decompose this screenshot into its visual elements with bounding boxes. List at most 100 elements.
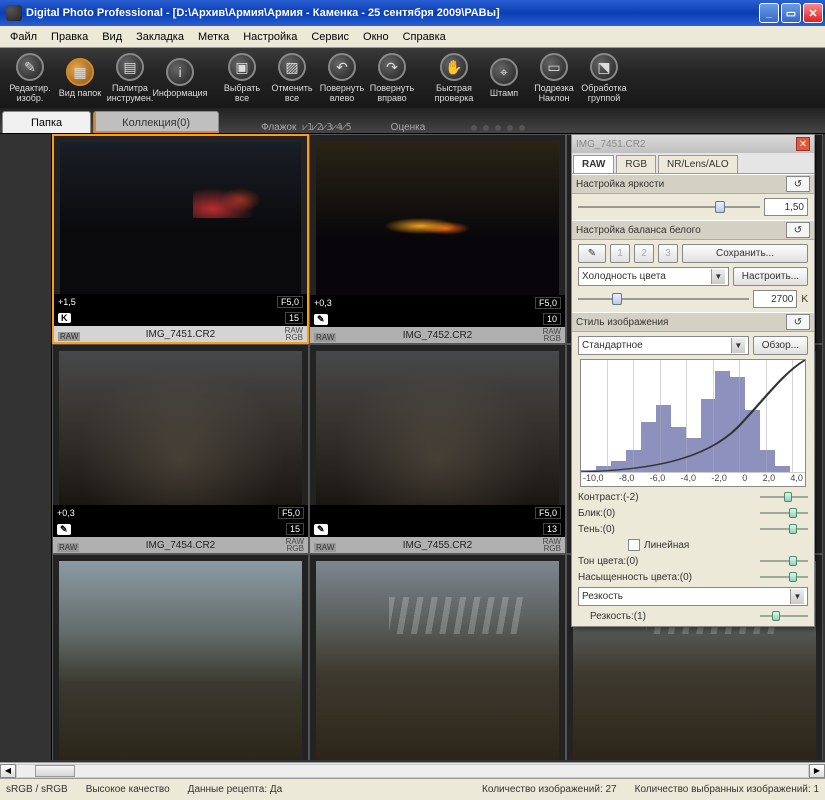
style-browse-button[interactable]: Обзор... [753,336,808,355]
palette-tab-rgb[interactable]: RGB [616,155,656,173]
raw-chip: RAW [58,332,80,341]
thumbnail-cell[interactable]: +1,5F5,0K15RAWIMG_7451.CR2RAWRGB [52,134,309,344]
palette-titlebar[interactable]: IMG_7451.CR2 ✕ [572,135,814,153]
minimize-button[interactable]: _ [759,3,779,23]
tool-label: Палитра инструмен. [106,83,154,103]
histogram[interactable]: -10,0-8,0-6,0-4,0-2,002,04,0 [580,359,806,487]
wb-save-button[interactable]: Сохранить... [682,244,808,263]
wb-preset-1[interactable]: 1 [610,244,630,263]
raw-rgb-chip: RAWRGB [543,328,561,342]
badge-icon: ✎ [57,524,71,535]
tool-palette[interactable]: IMG_7451.CR2 ✕ RAW RGB NR/Lens/ALO Настр… [571,134,815,627]
tool-icon: ✋ [440,53,468,81]
sharpness-select[interactable]: Резкость ▼ [578,587,808,606]
scroll-thumb[interactable] [35,765,75,777]
eyedropper-button[interactable]: ✎ [578,244,606,263]
menu-метка[interactable]: Метка [192,29,235,45]
wb-preset-3[interactable]: 3 [658,244,678,263]
tool-10[interactable]: ▭Подрезка Наклон [530,50,578,106]
menu-справка[interactable]: Справка [397,29,452,45]
thumbnail-cell[interactable]: +0,3F5,0✎15RAWIMG_7454.CR2RAWRGB [52,344,309,554]
tool-11[interactable]: ⬔Обработка группой [580,50,628,106]
brightness-revert-button[interactable]: ↺ [786,176,810,192]
tool-label: Редактир. изобр. [6,83,54,103]
menu-файл[interactable]: Файл [4,29,43,45]
highlight-label: Блик:(0) [578,508,760,519]
kelvin-slider[interactable] [578,291,749,307]
menu-окно[interactable]: Окно [357,29,395,45]
scroll-track[interactable] [16,764,809,778]
style-revert-button[interactable]: ↺ [786,314,810,330]
thumbnail-image [316,351,559,505]
app-icon [6,5,22,21]
tool-8[interactable]: ✋Быстрая проверка [430,50,478,106]
close-button[interactable]: ✕ [803,3,823,23]
contrast-slider[interactable] [760,491,808,503]
scroll-right-button[interactable]: ▶ [809,764,825,778]
ev-value: +0,3 [57,508,75,518]
palette-tab-raw[interactable]: RAW [573,155,614,173]
tab-collection[interactable]: Коллекция(0) [93,111,219,133]
saturation-slider[interactable] [760,571,808,583]
tool-6[interactable]: ↶Повернуть влево [318,50,366,106]
style-label: Стиль изображения [576,317,668,328]
fstop-value: F5,0 [278,507,304,519]
status-quality: Высокое качество [86,784,170,795]
tool-label: Штамп [490,88,518,98]
menu-правка[interactable]: Правка [45,29,94,45]
info-strip-1: +0,3 F5,0 [53,505,308,521]
kelvin-value[interactable]: 2700 [753,290,797,308]
rating-dots[interactable] [471,125,525,131]
tool-2[interactable]: ▤Палитра инструмен. [106,50,154,106]
tool-icon: ▭ [540,53,568,81]
flag-icons[interactable]: ⩗1⩗2⩗3⩗4⩗5 [302,122,350,133]
palette-close-button[interactable]: ✕ [796,137,810,151]
menu-закладка[interactable]: Закладка [130,29,190,45]
thumbnail-cell[interactable]: F5,0✎13RAWIMG_7455.CR2RAWRGB [309,344,566,554]
wb-tune-button[interactable]: Настроить... [733,267,808,286]
thumbnail-image [59,561,302,760]
linear-checkbox[interactable] [628,539,640,551]
maximize-button[interactable]: ▭ [781,3,801,23]
tone-slider[interactable] [760,555,808,567]
menu-вид[interactable]: Вид [96,29,128,45]
thumbnail-cell[interactable]: +0,3F5,0✎10RAWIMG_7452.CR2RAWRGB [309,134,566,344]
tool-0[interactable]: ✎Редактир. изобр. [6,50,54,106]
brightness-slider[interactable] [578,199,760,215]
saturation-label: Насыщенность цвета:(0) [578,572,760,583]
shadow-slider[interactable] [760,523,808,535]
tool-1[interactable]: ▦Вид папок [56,50,104,106]
style-select[interactable]: Стандартное ▼ [578,336,749,355]
raw-rgb-chip: RAWRGB [543,538,561,552]
tool-icon: ⬔ [590,53,618,81]
sharpness-slider[interactable] [760,610,808,622]
h-scrollbar[interactable]: ◀ ▶ [0,762,825,778]
wb-preset-2[interactable]: 2 [634,244,654,263]
window-title: Digital Photo Professional - [D:\Архив\А… [26,7,759,19]
raw-rgb-chip: RAWRGB [285,327,303,341]
tool-4[interactable]: ▣Выбрать все [218,50,266,106]
shots-value: 15 [286,523,304,535]
tool-9[interactable]: ⌖Штамп [480,50,528,106]
highlight-slider[interactable] [760,507,808,519]
filename: IMG_7452.CR2 [403,330,472,341]
raw-chip: RAW [57,543,79,552]
brightness-value[interactable]: 1,50 [764,198,808,216]
thumbnail-cell[interactable] [309,554,566,760]
menu-сервис[interactable]: Сервис [305,29,355,45]
tool-7[interactable]: ↷Повернуть вправо [368,50,416,106]
contrast-row: Контраст:(-2) [578,491,808,503]
wb-revert-button[interactable]: ↺ [786,222,810,238]
thumbnail-cell[interactable] [52,554,309,760]
scroll-left-button[interactable]: ◀ [0,764,16,778]
tool-5[interactable]: ▨Отменить все [268,50,316,106]
palette-tab-nr[interactable]: NR/Lens/ALO [658,155,738,173]
shots-value: 13 [543,523,561,535]
wb-preset-select[interactable]: Холодность цвета ▼ [578,267,729,286]
tool-icon: ▨ [278,53,306,81]
linear-label: Линейная [644,540,689,551]
highlight-row: Блик:(0) [578,507,808,519]
tool-3[interactable]: iИнформация [156,50,204,106]
menu-настройка[interactable]: Настройка [237,29,303,45]
tab-folder[interactable]: Папка [2,111,91,133]
